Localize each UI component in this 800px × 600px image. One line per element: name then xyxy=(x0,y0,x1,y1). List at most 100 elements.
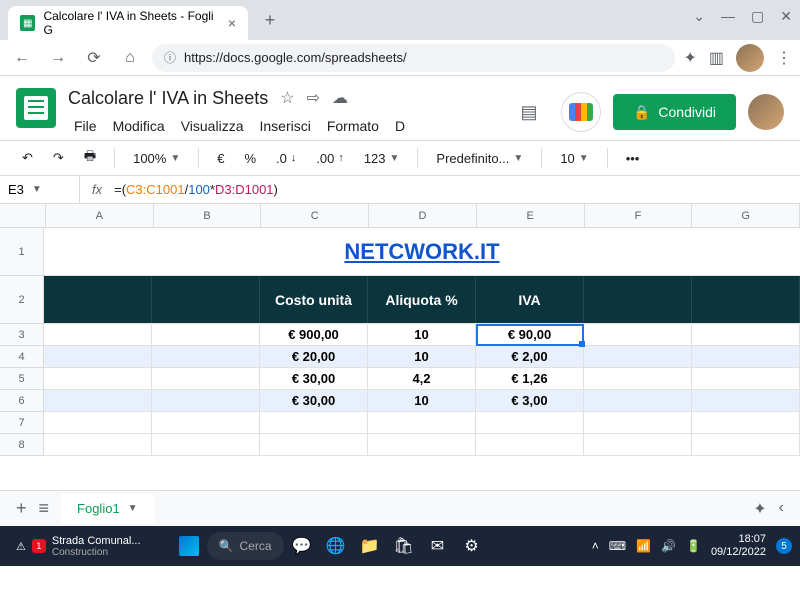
taskbar-store-icon[interactable]: 🛍 xyxy=(388,530,420,562)
chevron-down-icon[interactable]: ⌄ xyxy=(693,8,705,25)
tray-battery-icon[interactable]: 🔋 xyxy=(686,539,701,553)
cell[interactable] xyxy=(44,368,152,389)
menu-edit[interactable]: Modifica xyxy=(107,116,171,136)
sheets-logo[interactable] xyxy=(16,88,56,128)
cell[interactable] xyxy=(152,346,260,367)
extensions-icon[interactable]: ✦ xyxy=(683,48,696,68)
tray-language-icon[interactable]: ⌨ xyxy=(609,539,626,553)
menu-view[interactable]: Visualizza xyxy=(175,116,250,136)
cell[interactable] xyxy=(584,390,692,411)
cell[interactable] xyxy=(476,434,584,455)
sheet-tab[interactable]: Foglio1▼ xyxy=(61,494,154,524)
cell[interactable] xyxy=(44,434,152,455)
start-button[interactable] xyxy=(173,530,205,562)
cell[interactable] xyxy=(44,390,152,411)
col-header-e[interactable]: E xyxy=(477,204,585,227)
sidebar-toggle[interactable]: ‹ xyxy=(779,499,784,519)
add-sheet-button[interactable]: + xyxy=(16,498,27,519)
tray-wifi-icon[interactable]: 📶 xyxy=(636,539,651,553)
currency-button[interactable]: € xyxy=(211,149,230,168)
row-header-7[interactable]: 7 xyxy=(0,412,44,434)
forward-button[interactable]: → xyxy=(44,44,72,72)
profile-avatar[interactable] xyxy=(736,44,764,72)
panel-icon[interactable]: ▥ xyxy=(709,48,724,68)
decrease-decimal-button[interactable]: .0↓ xyxy=(270,149,302,168)
col-header-d[interactable]: D xyxy=(369,204,477,227)
all-sheets-button[interactable]: ≡ xyxy=(39,498,50,519)
cell[interactable] xyxy=(692,390,800,411)
close-tab-icon[interactable]: × xyxy=(228,15,236,31)
cloud-icon[interactable]: ☁ xyxy=(332,88,348,108)
taskbar-clock[interactable]: 18:07 09/12/2022 xyxy=(711,533,766,559)
taskbar-explorer-icon[interactable]: 📁 xyxy=(354,530,386,562)
cell[interactable] xyxy=(152,324,260,345)
more-toolbar-icon[interactable]: ••• xyxy=(620,149,646,168)
cell[interactable] xyxy=(584,276,692,323)
zoom-select[interactable]: 100%▼ xyxy=(127,149,186,168)
cell[interactable]: 10 xyxy=(368,324,476,345)
star-icon[interactable]: ☆ xyxy=(280,88,294,108)
cell[interactable]: € 3,00 xyxy=(476,390,584,411)
row-header-8[interactable]: 8 xyxy=(0,434,44,456)
back-button[interactable]: ← xyxy=(8,44,36,72)
address-bar[interactable]: ⓘ https://docs.google.com/spreadsheets/ xyxy=(152,44,675,72)
header-costo[interactable]: Costo unità xyxy=(260,276,368,323)
redo-button[interactable]: ↷ xyxy=(47,148,70,168)
taskbar-mail-icon[interactable]: ✉ xyxy=(422,530,454,562)
cell[interactable]: € 90,00 xyxy=(476,324,584,345)
cell[interactable]: 4,2 xyxy=(368,368,476,389)
print-button[interactable]: 🖶 xyxy=(78,145,102,171)
cell[interactable] xyxy=(44,412,152,433)
col-header-a[interactable]: A xyxy=(46,204,154,227)
col-header-f[interactable]: F xyxy=(585,204,693,227)
cell[interactable] xyxy=(44,276,152,323)
row-header-3[interactable]: 3 xyxy=(0,324,44,346)
menu-file[interactable]: File xyxy=(68,116,103,136)
maximize-icon[interactable]: ▢ xyxy=(751,8,764,25)
percent-button[interactable]: % xyxy=(238,149,262,168)
cell[interactable] xyxy=(260,412,368,433)
row-header-6[interactable]: 6 xyxy=(0,390,44,412)
cell[interactable]: € 20,00 xyxy=(260,346,368,367)
header-iva[interactable]: IVA xyxy=(476,276,584,323)
cell[interactable]: € 30,00 xyxy=(260,368,368,389)
new-tab-button[interactable]: + xyxy=(256,6,284,34)
cell[interactable] xyxy=(152,368,260,389)
cell[interactable]: 10 xyxy=(368,346,476,367)
share-button[interactable]: 🔒 Condividi xyxy=(613,94,736,130)
cell[interactable] xyxy=(368,412,476,433)
document-title[interactable]: Calcolare l' IVA in Sheets xyxy=(68,88,268,109)
select-all-corner[interactable] xyxy=(0,204,46,227)
cell[interactable] xyxy=(44,346,152,367)
reload-button[interactable]: ⟳ xyxy=(80,44,108,72)
cell[interactable] xyxy=(584,412,692,433)
increase-decimal-button[interactable]: .00↑ xyxy=(310,149,350,168)
tray-volume-icon[interactable]: 🔊 xyxy=(661,539,676,553)
name-box[interactable]: E3▼ xyxy=(0,176,80,203)
cell[interactable] xyxy=(692,276,800,323)
move-icon[interactable]: ⇨ xyxy=(307,88,320,108)
taskbar-settings-icon[interactable]: ⚙ xyxy=(456,530,488,562)
cell[interactable] xyxy=(584,434,692,455)
cell[interactable] xyxy=(368,434,476,455)
cell[interactable]: € 900,00 xyxy=(260,324,368,345)
taskbar-chrome-icon[interactable]: 🌐 xyxy=(320,530,352,562)
cell[interactable] xyxy=(152,390,260,411)
cell[interactable]: 10 xyxy=(368,390,476,411)
cell[interactable] xyxy=(476,412,584,433)
cell[interactable] xyxy=(584,324,692,345)
account-avatar[interactable] xyxy=(748,94,784,130)
header-aliquota[interactable]: Aliquota % xyxy=(368,276,476,323)
cell[interactable]: € 30,00 xyxy=(260,390,368,411)
cell[interactable] xyxy=(692,346,800,367)
format-select[interactable]: 123▼ xyxy=(358,149,406,168)
cell[interactable] xyxy=(692,412,800,433)
formula-input[interactable]: =(C3:C1001/100*D3:D1001) xyxy=(114,182,278,198)
taskbar-chat-icon[interactable]: 💬 xyxy=(286,530,318,562)
cell[interactable] xyxy=(152,412,260,433)
close-window-icon[interactable]: ✕ xyxy=(780,8,792,25)
meet-button[interactable] xyxy=(561,92,601,132)
menu-format[interactable]: Formato xyxy=(321,116,385,136)
site-info-icon[interactable]: ⓘ xyxy=(164,49,176,66)
row-header-1[interactable]: 1 xyxy=(0,228,44,276)
